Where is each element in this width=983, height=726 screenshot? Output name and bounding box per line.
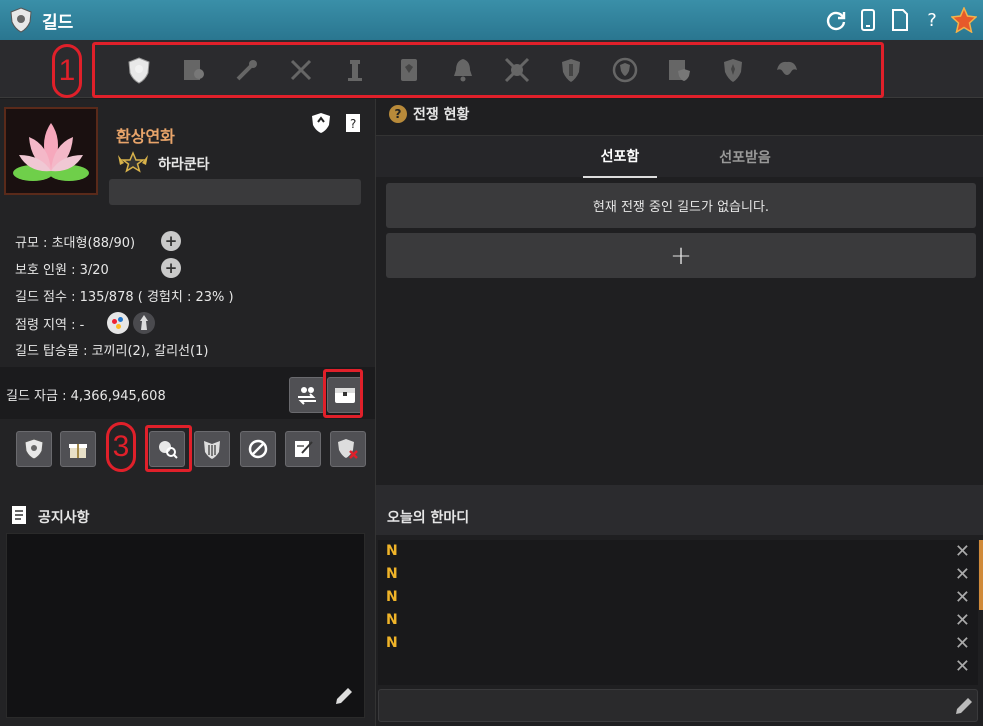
- guild-help-scroll-icon[interactable]: ?: [340, 110, 366, 136]
- guild-gift-button[interactable]: [60, 431, 96, 467]
- guild-master-name: 하라쿤타: [158, 157, 210, 173]
- comment-row: N ✕: [378, 610, 978, 633]
- expand-protected-button[interactable]: +: [161, 258, 181, 278]
- delete-comment-icon[interactable]: ✕: [955, 564, 970, 585]
- guild-hostility-button[interactable]: [240, 431, 276, 467]
- war-tab-bar: 선포함 선포받음: [376, 135, 983, 178]
- comment-row: N ✕: [378, 564, 978, 587]
- guild-apply-button[interactable]: [285, 431, 321, 467]
- comment-list: N ✕ N ✕ N ✕ N ✕ N ✕ ✕: [378, 540, 978, 685]
- war-status-header: ? 전쟁 현황: [389, 104, 469, 124]
- guild-territory-text: 점령 지역 : -: [15, 317, 85, 333]
- comment-row: N ✕: [378, 633, 978, 656]
- guild-master: 하라쿤타: [116, 151, 210, 177]
- guild-quest-icon[interactable]: [166, 49, 220, 91]
- guild-member-button[interactable]: [16, 431, 52, 467]
- beast-icon[interactable]: [760, 49, 814, 91]
- favorite-star-icon[interactable]: [951, 7, 977, 33]
- guild-scale-text: 규모 : 초대형(88/90): [15, 235, 136, 251]
- tab-declared[interactable]: 선포함: [583, 136, 657, 178]
- document-icon[interactable]: [887, 7, 913, 33]
- guild-territory-row: 점령 지역 : -: [15, 312, 155, 334]
- bell-icon[interactable]: [436, 49, 490, 91]
- guild-shield-icon[interactable]: [308, 110, 334, 136]
- comment-author: N: [386, 543, 398, 559]
- territory-tower-icon[interactable]: [133, 312, 155, 334]
- comment-row: N ✕: [378, 587, 978, 610]
- guild-intro-field[interactable]: [109, 179, 361, 205]
- edit-notice-pencil-icon[interactable]: [331, 683, 357, 709]
- guild-protected-row: 보호 인원 : 3/20 +: [15, 258, 181, 278]
- notice-header: 공지사항: [10, 505, 90, 529]
- comment-author: N: [386, 566, 398, 582]
- war-status-title: 전쟁 현황: [413, 107, 470, 123]
- notice-content: [6, 533, 365, 718]
- comment-author: N: [386, 635, 398, 651]
- help-circle-icon[interactable]: ?: [389, 105, 407, 123]
- help-icon[interactable]: ?: [919, 7, 945, 33]
- comment-author: N: [386, 589, 398, 605]
- expand-scale-button[interactable]: +: [161, 231, 181, 251]
- edit-comment-pencil-icon[interactable]: [951, 693, 977, 719]
- shield-icon[interactable]: [544, 49, 598, 91]
- guild-mounts-row: 길드 탑승물 : 코끼리(2), 갈리선(1): [15, 340, 208, 359]
- document-shield-icon[interactable]: [652, 49, 706, 91]
- comment-input[interactable]: [378, 689, 978, 722]
- guild-alliance-button[interactable]: [194, 431, 230, 467]
- war-empty-message: 현재 전쟁 중인 길드가 없습니다.: [386, 183, 976, 228]
- title-bar: 길드 ?: [0, 0, 983, 40]
- delete-comment-icon[interactable]: ✕: [955, 610, 970, 631]
- annotation-marker-3: 3: [106, 422, 136, 472]
- annotation-box-3: [145, 425, 192, 472]
- annotation-box-2: [323, 369, 363, 418]
- delete-comment-icon[interactable]: ✕: [955, 656, 970, 677]
- crossed-tools-icon[interactable]: [274, 49, 328, 91]
- phone-icon[interactable]: [855, 7, 881, 33]
- comment-author: N: [386, 612, 398, 628]
- guild-leave-button[interactable]: [330, 431, 366, 467]
- master-badge-icon: [116, 151, 150, 177]
- comment-title: 오늘의 한마디: [387, 510, 470, 526]
- refresh-icon[interactable]: [823, 7, 849, 33]
- fund-transfer-button[interactable]: [289, 377, 325, 413]
- territory-globe-icon[interactable]: [107, 312, 129, 334]
- notice-document-icon: [10, 505, 28, 529]
- guild-emblem-icon: [6, 5, 36, 35]
- fleur-shield-icon[interactable]: [706, 49, 760, 91]
- tab-received[interactable]: 선포받음: [705, 136, 785, 178]
- guild-mounts-text: 길드 탑승물 : 코끼리(2), 갈리선(1): [15, 344, 209, 359]
- guild-name: 환상연화: [116, 127, 175, 146]
- tab-icon-row: [112, 49, 814, 91]
- lotus-emblem-icon: [13, 123, 89, 181]
- guild-protected-text: 보호 인원 : 3/20: [15, 262, 109, 278]
- guild-funds-row: 길드 자금 : 4,366,945,608: [6, 385, 166, 404]
- add-war-button[interactable]: +: [386, 233, 976, 278]
- laurel-shield-icon[interactable]: [598, 49, 652, 91]
- tower-icon[interactable]: [328, 49, 382, 91]
- comment-row: ✕: [378, 656, 978, 679]
- guild-emblem: [4, 107, 98, 195]
- notice-title: 공지사항: [38, 510, 90, 526]
- comment-header: 오늘의 한마디: [376, 485, 983, 535]
- delete-comment-icon[interactable]: ✕: [955, 587, 970, 608]
- scroll-icon[interactable]: [382, 49, 436, 91]
- comment-scrollbar[interactable]: [979, 540, 983, 610]
- guild-score-text: 길드 점수 : 135/878 ( 경험치 : 23% ): [15, 290, 234, 305]
- guild-funds-text: 길드 자금 : 4,366,945,608: [6, 389, 166, 404]
- guild-scale-row: 규모 : 초대형(88/90) +: [15, 231, 181, 251]
- guild-score-row: 길드 점수 : 135/878 ( 경험치 : 23% ): [15, 286, 234, 305]
- delete-comment-icon[interactable]: ✕: [955, 541, 970, 562]
- guild-skill-icon[interactable]: [220, 49, 274, 91]
- guild-info-icon[interactable]: [112, 49, 166, 91]
- annotation-marker-1: 1: [52, 44, 82, 98]
- crossed-axes-icon[interactable]: [490, 49, 544, 91]
- window-title: 길드: [42, 12, 74, 33]
- delete-comment-icon[interactable]: ✕: [955, 633, 970, 654]
- comment-row: N ✕: [378, 541, 978, 564]
- svg-text:?: ?: [350, 117, 356, 131]
